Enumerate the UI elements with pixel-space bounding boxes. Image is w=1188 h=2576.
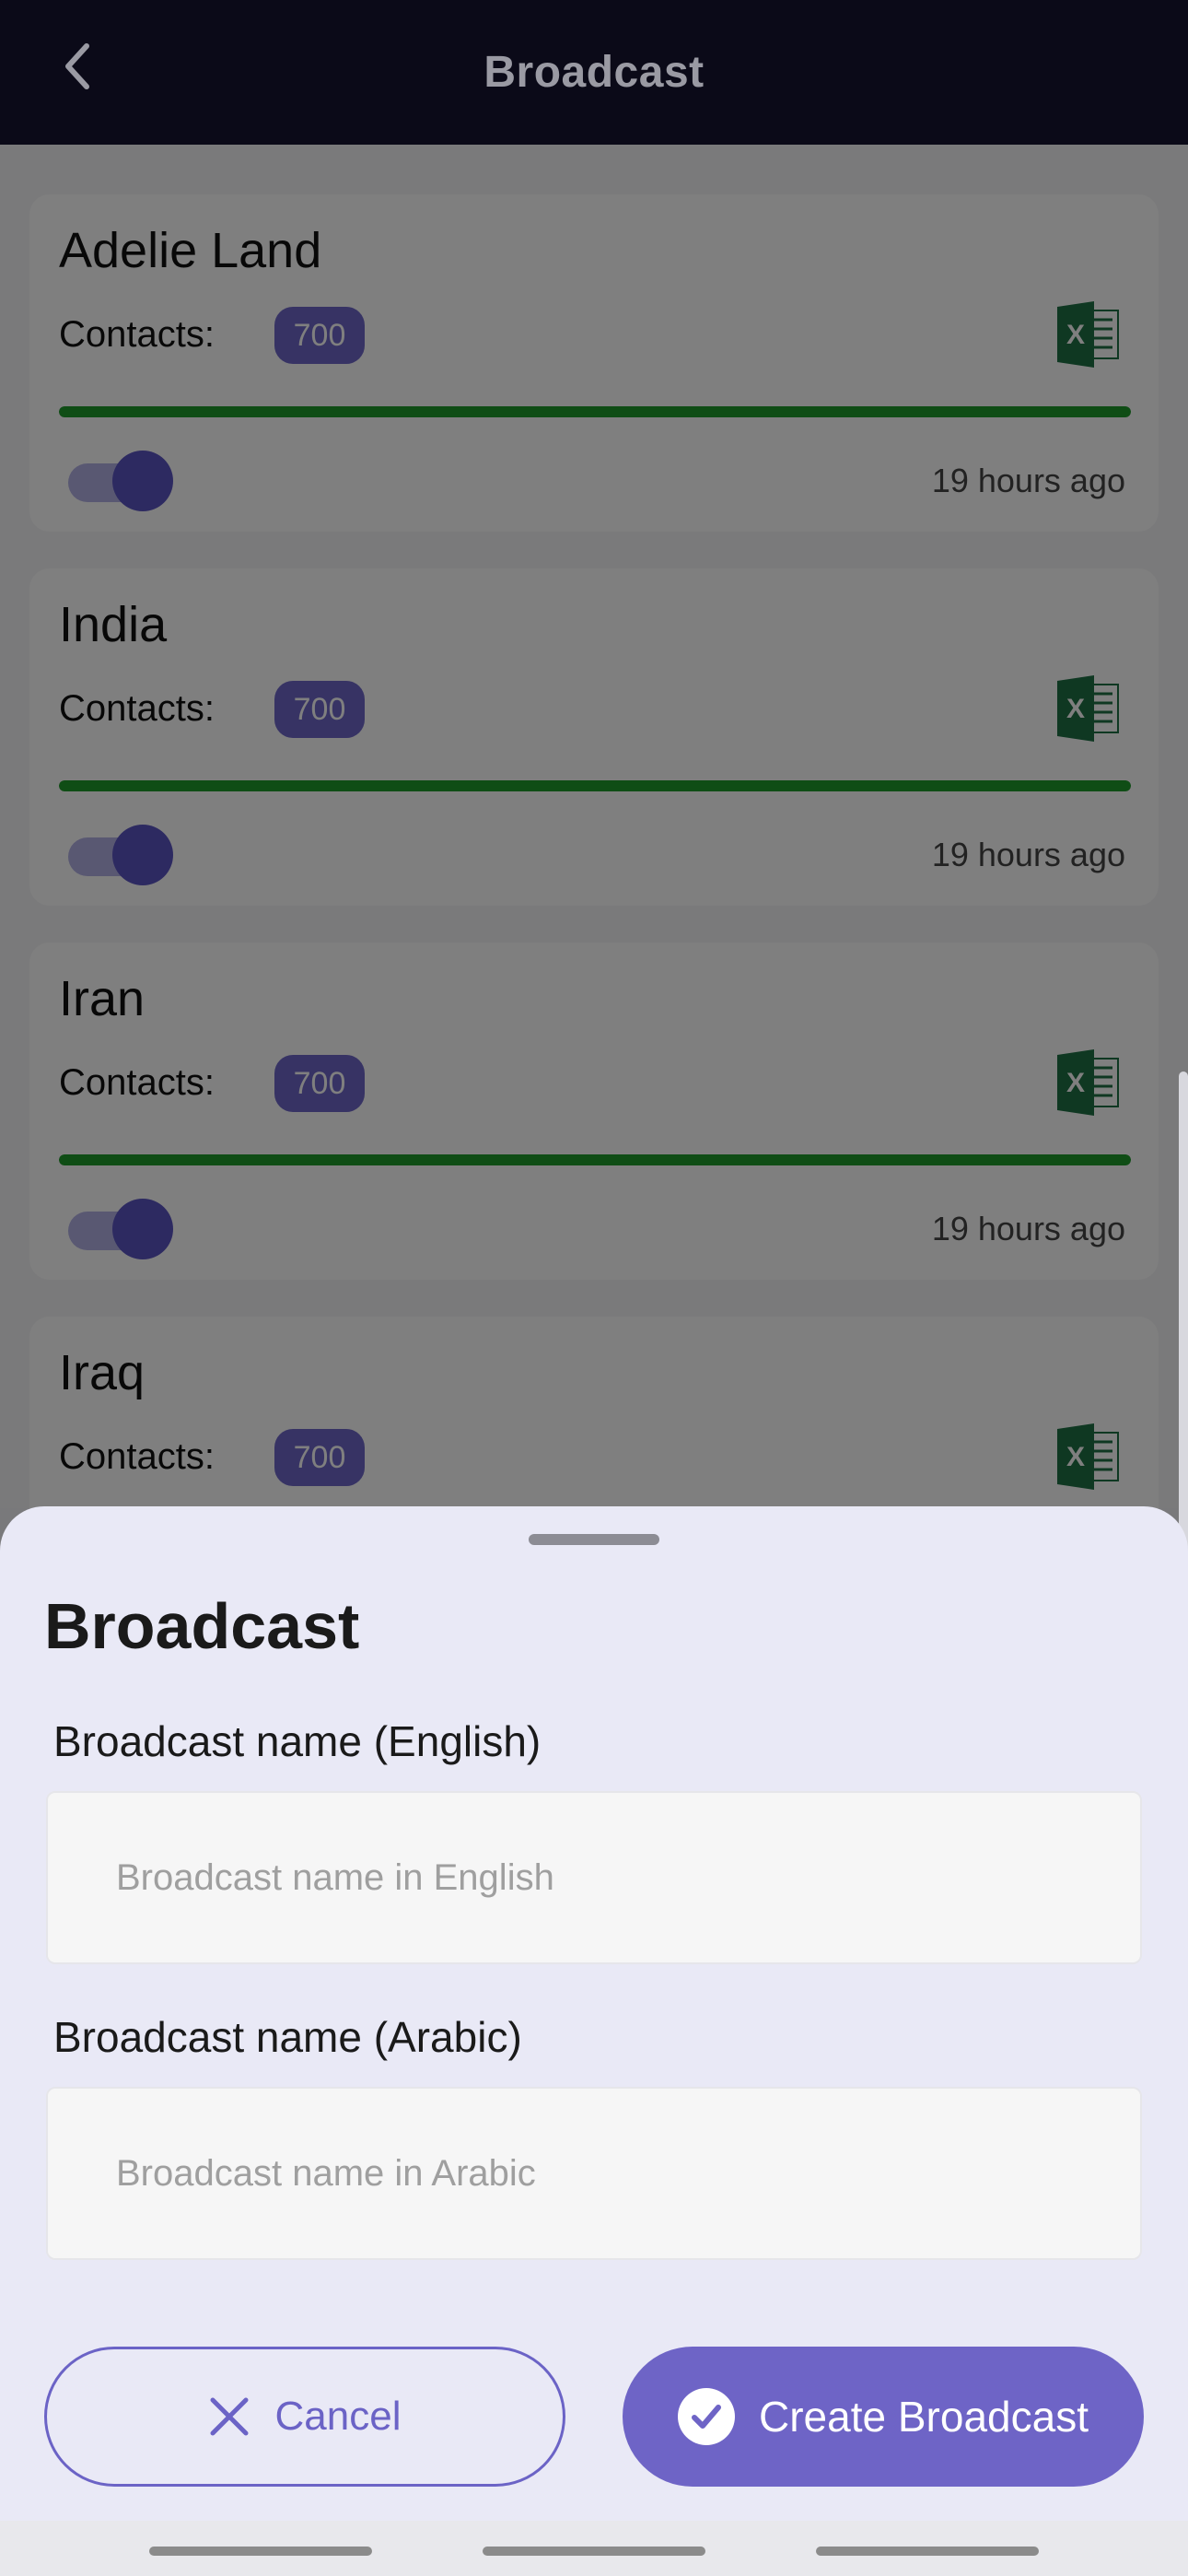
back-button[interactable] <box>50 39 105 94</box>
create-broadcast-sheet: Broadcast Broadcast name (English) Broad… <box>0 1506 1188 2576</box>
check-circle-icon <box>678 2388 736 2445</box>
arabic-name-label: Broadcast name (Arabic) <box>53 2013 522 2061</box>
create-broadcast-label: Create Broadcast <box>759 2393 1089 2441</box>
nav-home-pill[interactable] <box>483 2547 705 2556</box>
screen: Broadcast Adelie Land Contacts: 700 X 19… <box>0 0 1188 2576</box>
close-icon <box>210 2397 249 2436</box>
system-nav-bar <box>0 2521 1188 2576</box>
nav-recents-pill[interactable] <box>149 2547 372 2556</box>
chevron-left-icon <box>65 43 89 89</box>
page-title: Broadcast <box>483 48 705 97</box>
sheet-drag-handle[interactable] <box>529 1534 659 1545</box>
sheet-title: Broadcast <box>44 1590 360 1662</box>
scrollbar[interactable] <box>1179 1071 1188 1583</box>
cancel-button[interactable]: Cancel <box>44 2347 565 2487</box>
create-broadcast-button[interactable]: Create Broadcast <box>623 2347 1144 2487</box>
nav-back-pill[interactable] <box>816 2547 1039 2556</box>
english-name-label: Broadcast name (English) <box>53 1717 542 1765</box>
app-header: Broadcast <box>0 0 1188 145</box>
cancel-label: Cancel <box>274 2394 402 2439</box>
arabic-name-input[interactable] <box>46 2087 1142 2260</box>
english-name-input[interactable] <box>46 1791 1142 1964</box>
